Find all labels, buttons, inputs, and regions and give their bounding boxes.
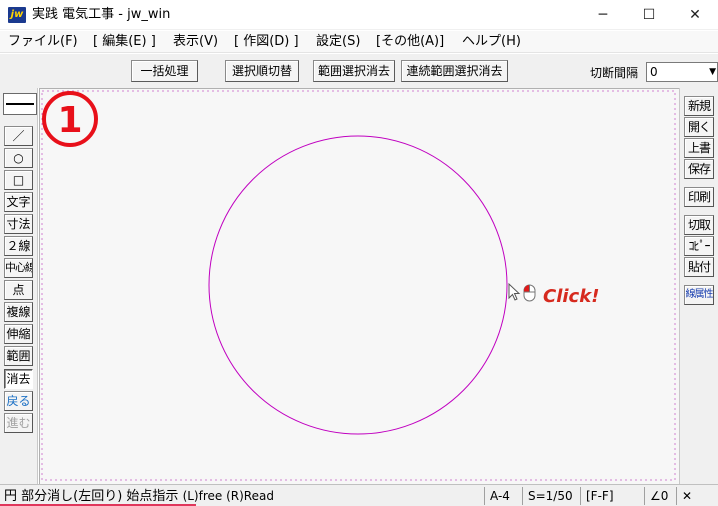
app-icon: jw (8, 7, 26, 23)
menu-bar: ファイル(F) [ 編集(E) ] 表示(V) [ 作図(D) ] 設定(S) … (0, 31, 718, 53)
tool-undo[interactable]: 戻る (4, 391, 33, 411)
overwrite-button[interactable]: 上書 (684, 138, 714, 158)
tool-double-line[interactable]: ２線 (4, 236, 33, 256)
drawn-circle (208, 135, 508, 435)
status-divider (580, 487, 581, 505)
line-style-selector[interactable] (3, 93, 37, 115)
tool-circle[interactable]: ○ (4, 148, 33, 168)
tool-point[interactable]: 点 (4, 280, 33, 300)
window-title: 実践 電気工事 - jw_win (32, 7, 171, 22)
title-bar: jw 実践 電気工事 - jw_win ─ ☐ ✕ (0, 0, 718, 30)
print-button[interactable]: 印刷 (684, 187, 714, 207)
range-delete-button[interactable]: 範囲選択消去 (313, 60, 395, 82)
right-tool-panel: 新規 開く 上書 保存 印刷 切取 ｺﾋﾟｰ 貼付 線属性 (679, 88, 718, 484)
status-hint: (L)free (R)Read (182, 489, 274, 503)
toggle-selection-order-button[interactable]: 選択順切替 (225, 60, 299, 82)
click-callout: Click! (543, 286, 600, 307)
tool-center-line[interactable]: 中心線 (4, 258, 33, 278)
status-divider (522, 487, 523, 505)
status-divider (484, 487, 485, 505)
toolbar: 一括処理 選択順切替 範囲選択消去 連続範囲選択消去 切断間隔 0 ▼ (0, 54, 718, 88)
menu-file[interactable]: ファイル(F) (8, 34, 78, 50)
tool-redo[interactable]: 進む (4, 413, 33, 433)
left-tool-panel: ／ ○ □ 文字 寸法 ２線 中心線 点 複線 伸縮 範囲 消去 戻る 進む (0, 88, 38, 484)
close-button[interactable]: ✕ (672, 0, 718, 30)
menu-settings[interactable]: 設定(S) (316, 34, 360, 50)
paper-size[interactable]: A-4 (490, 488, 510, 504)
cut-interval-select[interactable]: 0 ▼ (646, 62, 718, 82)
status-divider (644, 487, 645, 505)
tool-erase[interactable]: 消去 (4, 369, 33, 389)
tool-line[interactable]: ／ (4, 126, 33, 146)
copy-button[interactable]: ｺﾋﾟｰ (684, 236, 714, 256)
paste-button[interactable]: 貼付 (684, 257, 714, 277)
status-bar: 円 部分消し(左回り) 始点指示 (L)free (R)Read A-4 S=1… (0, 484, 718, 506)
line-attribute-button[interactable]: 線属性 (684, 285, 714, 305)
minimize-button[interactable]: ─ (580, 0, 626, 30)
menu-draw[interactable]: [ 作図(D) ] (234, 34, 299, 50)
layer-indicator[interactable]: [F-F] (586, 488, 614, 504)
angle-indicator[interactable]: ∠0 (650, 488, 668, 504)
chevron-down-icon: ▼ (709, 67, 716, 77)
tool-dimension[interactable]: 寸法 (4, 214, 33, 234)
new-button[interactable]: 新規 (684, 96, 714, 116)
left-click-mouse-icon (523, 284, 536, 302)
tool-extend[interactable]: 伸縮 (4, 324, 33, 344)
status-message: 円 部分消し(左回り) 始点指示 (L)free (R)Read (4, 488, 274, 505)
cut-button[interactable]: 切取 (684, 215, 714, 235)
open-button[interactable]: 開く (684, 117, 714, 137)
status-close-icon[interactable]: ✕ (682, 488, 692, 504)
tool-rectangle[interactable]: □ (4, 170, 33, 190)
drawing-canvas[interactable]: 1 Click! (39, 88, 679, 484)
continuous-range-delete-button[interactable]: 連続範囲選択消去 (401, 60, 508, 82)
menu-other[interactable]: [その他(A)] (376, 34, 444, 50)
step-number: 1 (57, 100, 82, 141)
drawing-scale[interactable]: S=1/50 (528, 488, 573, 504)
batch-process-button[interactable]: 一括処理 (131, 60, 198, 82)
menu-help[interactable]: ヘルプ(H) (462, 34, 521, 50)
tool-offset-line[interactable]: 複線 (4, 302, 33, 322)
tool-range[interactable]: 範囲 (4, 346, 33, 366)
mouse-pointer-icon (508, 282, 521, 301)
cut-interval-label: 切断間隔 (590, 66, 639, 80)
status-divider (676, 487, 677, 505)
menu-edit[interactable]: [ 編集(E) ] (93, 34, 156, 50)
status-operation: 円 部分消し(左回り) 始点指示 (4, 489, 179, 504)
maximize-button[interactable]: ☐ (626, 0, 672, 30)
cut-interval-value: 0 (650, 65, 658, 79)
save-button[interactable]: 保存 (684, 159, 714, 179)
step-number-badge: 1 (42, 91, 98, 147)
tool-text[interactable]: 文字 (4, 192, 33, 212)
menu-view[interactable]: 表示(V) (173, 34, 218, 50)
